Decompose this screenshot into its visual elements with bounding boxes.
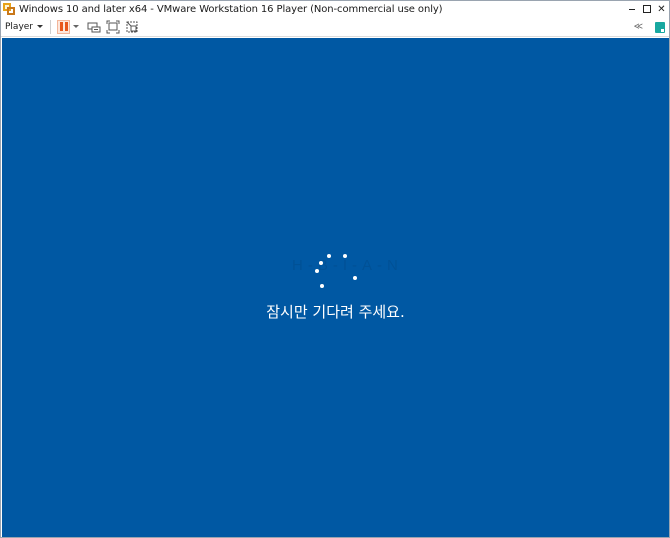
toolbar: Player ≪ [1,17,669,37]
close-button[interactable]: ✕ [654,1,669,17]
vm-display[interactable]: H-B-I-A-N 잠시만 기다려 주세요. [2,38,669,537]
vmware-logo-icon [3,2,16,16]
chevron-down-icon [37,25,44,28]
unity-icon[interactable] [655,21,665,33]
player-menu[interactable]: Player [5,21,44,32]
loading-spinner-icon [2,38,669,537]
unity-mode-icon[interactable] [125,20,139,34]
title-bar[interactable]: Windows 10 and later x64 - VMware Workst… [1,1,669,17]
collapse-toolbar-icon[interactable]: ≪ [634,22,644,32]
pause-icon [59,22,63,31]
vmware-player-window: Windows 10 and later x64 - VMware Workst… [0,0,670,538]
send-ctrl-alt-del-icon[interactable] [87,20,101,34]
window-title: Windows 10 and later x64 - VMware Workst… [19,3,443,15]
toolbar-divider [50,19,52,34]
power-options-dropdown[interactable] [73,25,80,28]
maximize-button[interactable] [639,1,654,17]
minimize-button[interactable] [624,1,639,17]
fullscreen-icon[interactable] [106,20,120,34]
pause-button[interactable] [57,19,71,34]
toolbar-right: ≪ [634,17,665,37]
player-menu-label: Player [5,21,34,32]
please-wait-message: 잠시만 기다려 주세요. [266,303,405,321]
window-controls: ✕ [624,1,669,17]
